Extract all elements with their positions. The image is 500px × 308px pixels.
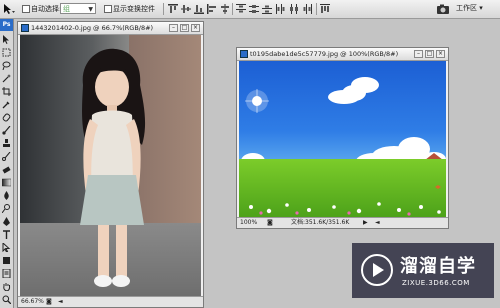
zoom-level[interactable]: 66.67% [21,297,44,307]
shape-tool-icon[interactable] [2,256,11,265]
window-title-bar[interactable]: t0195dabe1de5c57779.jpg @ 100%(RGB/8#) –… [237,48,448,61]
flowers [249,185,441,216]
window-title-bar[interactable]: 1443201402-0.jpg @ 66.7%(RGB/8#) – □ × [18,22,203,35]
window-title: t0195dabe1de5c57779.jpg @ 100%(RGB/8#) [250,50,399,58]
align-left-icon[interactable] [207,4,217,14]
auto-select-value: 组 [63,5,70,13]
crop-tool-icon[interactable] [2,87,11,96]
maximize-button[interactable]: □ [180,24,189,32]
healing-brush-icon[interactable] [2,113,11,122]
marquee-tool-icon[interactable] [2,48,11,57]
align-hcenter-icon[interactable] [220,4,230,14]
separator [232,3,233,15]
document-window-girl[interactable]: 1443201402-0.jpg @ 66.7%(RGB/8#) – □ × 6… [17,21,204,308]
status-bar: 66.67% ◙ ◄ [18,296,203,307]
notes-tool-icon[interactable] [2,268,11,279]
distribute-right-icon[interactable] [302,4,312,14]
brush-tool-icon[interactable] [2,125,11,135]
document-icon [240,50,248,58]
gradient-tool-icon[interactable] [1,178,12,187]
image-canvas[interactable] [239,61,446,217]
separator [316,3,317,15]
dodge-tool-icon[interactable] [1,204,11,214]
show-transform-label: 显示变换控件 [113,5,155,13]
play-logo-icon [361,254,393,286]
watermark-brand: 溜溜自学 [400,256,476,277]
bridge-camera-icon[interactable] [437,4,449,14]
auto-align-layers-icon[interactable] [320,4,330,14]
scroll-left-icon[interactable]: ◄ [58,297,63,307]
clone-stamp-icon[interactable] [2,139,11,148]
eyedropper-icon[interactable] [2,100,11,109]
document-size-info: 文档:351.6K/351.6K [291,219,350,226]
window-title: 1443201402-0.jpg @ 66.7%(RGB/8#) [31,24,154,32]
distribute-bottom-icon[interactable] [262,4,272,14]
auto-select-dropdown[interactable]: 组 ▼ [60,3,96,14]
watermark-url: ZIXUE.3D66.COM [402,279,470,287]
type-tool-icon[interactable] [2,230,11,239]
status-options-icon[interactable]: ▶ [363,218,368,228]
close-button[interactable]: × [191,24,200,32]
chevron-down-icon: ▼ [88,6,93,13]
maximize-button[interactable]: □ [425,50,434,58]
status-menu-icon[interactable]: ◙ [46,297,52,307]
lasso-tool-icon[interactable] [2,61,11,71]
eraser-icon[interactable] [2,165,11,174]
status-bar: 100% ◙ 文档:351.6K/351.6K ▶ ◄ [237,217,448,228]
options-bar: 自动选择: 组 ▼ 显示变换控件 工作区 ▾ [0,0,500,19]
separator [163,3,164,15]
magic-wand-icon[interactable] [2,74,11,83]
ps-logo-icon: Ps [0,19,13,31]
girl-figure [80,48,146,287]
auto-select-label: 自动选择: [31,5,62,13]
align-vcenter-icon[interactable] [181,4,191,14]
blur-tool-icon[interactable] [2,191,11,200]
watermark: 溜溜自学 ZIXUE.3D66.COM [352,243,494,298]
align-bottom-icon[interactable] [194,4,204,14]
minimize-button[interactable]: – [169,24,178,32]
show-transform-checkbox[interactable] [104,5,112,13]
minimize-button[interactable]: – [414,50,423,58]
document-window-landscape[interactable]: t0195dabe1de5c57779.jpg @ 100%(RGB/8#) –… [236,47,449,229]
auto-select-checkbox[interactable] [22,5,30,13]
tools-panel: Ps [0,19,14,308]
align-top-icon[interactable] [168,4,178,14]
status-menu-icon[interactable]: ◙ [267,218,273,228]
pen-tool-icon[interactable] [2,217,11,226]
history-brush-icon[interactable] [2,151,11,161]
workspace-menu[interactable]: 工作区 ▾ [456,3,496,14]
hand-tool-icon[interactable] [2,282,11,292]
image-canvas[interactable] [20,35,201,296]
distribute-left-icon[interactable] [276,4,286,14]
distribute-top-icon[interactable] [236,4,246,14]
close-button[interactable]: × [436,50,445,58]
scroll-left-icon[interactable]: ◄ [375,218,380,228]
document-icon [21,24,29,32]
distribute-hcenter-icon[interactable] [289,4,299,14]
distribute-vcenter-icon[interactable] [249,4,259,14]
path-selection-icon[interactable] [2,241,11,253]
move-tool-icon[interactable] [2,35,11,44]
zoom-level[interactable]: 100% [240,218,257,228]
zoom-tool-icon[interactable] [2,295,12,305]
move-tool-preset-icon[interactable] [2,3,16,15]
